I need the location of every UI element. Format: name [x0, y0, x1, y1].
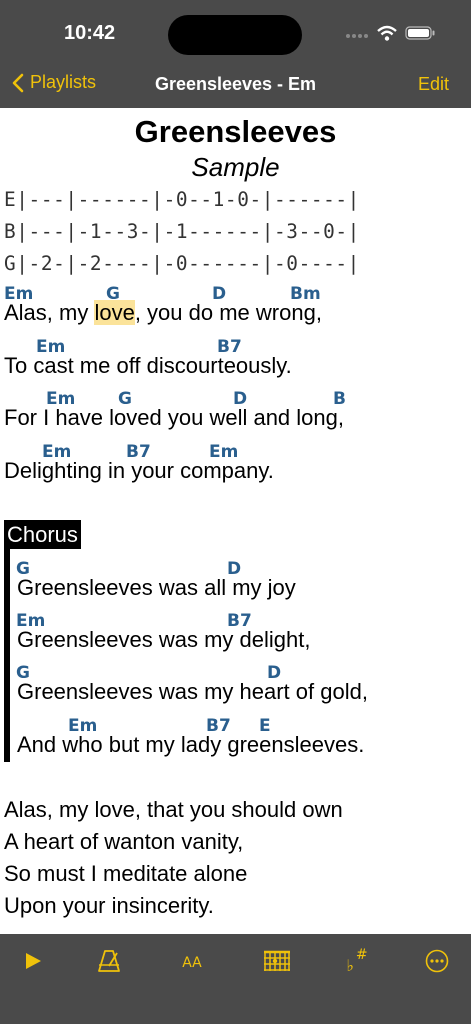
lyric-line: For I have loved you well and long, — [4, 405, 344, 430]
metronome-icon — [98, 950, 120, 972]
lyric-line: So must I meditate alone — [4, 861, 248, 886]
play-button[interactable] — [16, 946, 50, 976]
tab-line-e: E|---|------|-0--1-0-|------| — [4, 188, 360, 211]
song-subtitle: Sample — [191, 152, 280, 182]
play-icon — [26, 953, 41, 969]
transpose-icon: ♭# — [346, 947, 368, 975]
chorus-bar — [4, 549, 10, 762]
chorus-label: Chorus — [4, 520, 81, 549]
lyric-line: A heart of wanton vanity, — [4, 829, 244, 854]
lyric-line: Greensleeves was all my joy — [17, 575, 296, 600]
wifi-icon — [377, 25, 397, 41]
battery-icon — [405, 26, 435, 40]
highlighted-word[interactable]: love — [94, 300, 135, 325]
tab-line-g: G|-2-|-2----|-0------|-0----| — [4, 252, 360, 275]
lyric-line: Greensleeves was my heart of gold, — [17, 679, 368, 704]
lyric-line: Alas, my love, that you should own — [4, 797, 343, 822]
lyric-line: Alas, my love, you do me wrong, — [4, 300, 322, 325]
chord-grid-icon — [264, 950, 290, 971]
lyric-line: To cast me off discourteously. — [4, 353, 292, 378]
more-button[interactable] — [420, 946, 454, 976]
lyric-line: Upon your insincerity. — [4, 893, 214, 918]
font-size-icon: AA — [182, 954, 202, 971]
status-bar: 10:42 — [0, 0, 471, 62]
transpose-button[interactable]: ♭# — [340, 946, 374, 976]
more-icon — [425, 949, 449, 973]
font-size-button[interactable]: AA — [175, 946, 209, 976]
song-title: Greensleeves — [134, 114, 337, 149]
signal-icon — [346, 34, 368, 38]
metronome-button[interactable] — [92, 946, 126, 976]
status-time: 10:42 — [64, 22, 116, 44]
song-content[interactable]: Greensleeves Sample E|---|------|-0--1-0… — [0, 108, 471, 934]
edit-button[interactable]: Edit — [418, 74, 449, 95]
lyric-line: And who but my lady greensleeves. — [17, 732, 365, 757]
lyric-line: Greensleeves was my delight, — [17, 627, 311, 652]
nav-title: Greensleeves - Em — [154, 74, 317, 94]
navigation-bar: Playlists Greensleeves - Em Edit — [0, 62, 471, 108]
status-icons — [345, 25, 435, 41]
dynamic-island — [168, 15, 302, 55]
lyric-line: Delighting in your company. — [4, 458, 274, 483]
bottom-toolbar: AA ♭# — [0, 934, 471, 1024]
tab-line-b: B|---|-1--3-|-1------|-3--0-| — [4, 220, 360, 243]
chord-grid-button[interactable] — [260, 946, 294, 976]
